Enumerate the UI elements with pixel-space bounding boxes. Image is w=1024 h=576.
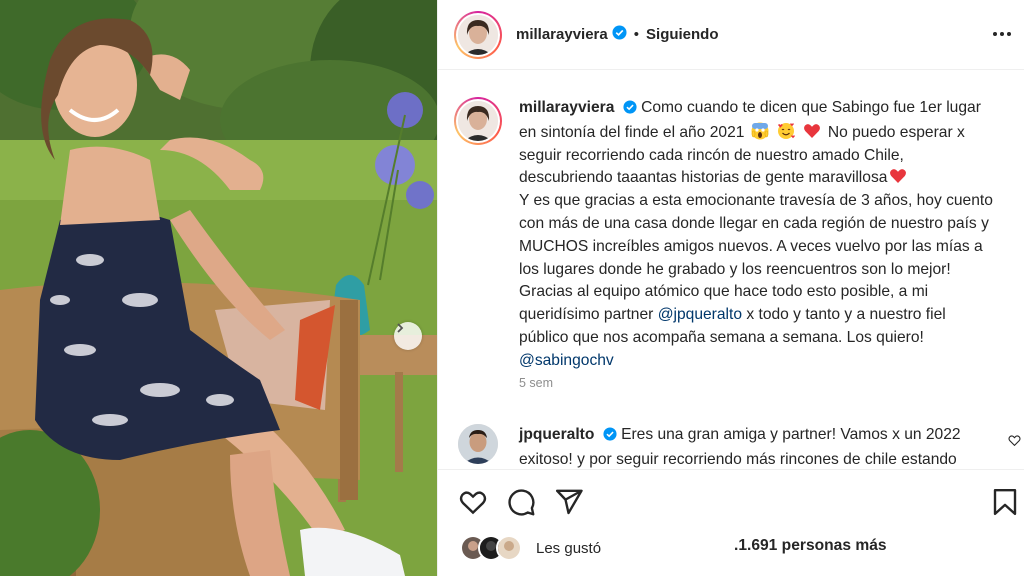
separator-dot: • <box>633 26 640 43</box>
caption-line: MUCHOS increíbles amigos nuevos. A veces… <box>519 237 983 255</box>
caption-line: público que nos acompaña semana a semana… <box>519 328 924 346</box>
comment-line: Eres una gran amiga y partner! Vamos x u… <box>621 426 961 443</box>
caption-line: x todo y tanto y a nuestro fiel <box>746 306 946 324</box>
likes-summary[interactable]: Les gustó <box>460 534 601 562</box>
red-heart-emoji-icon <box>803 122 821 140</box>
liker-avatar <box>496 535 522 561</box>
author-avatar[interactable] <box>454 10 502 59</box>
verified-badge-icon <box>612 24 627 45</box>
post-age[interactable]: 5 sem <box>519 376 553 390</box>
caption-line: con más de una casa donde llegar en cada… <box>519 214 989 232</box>
scream-emoji-icon <box>751 122 769 140</box>
post-photo[interactable] <box>0 0 437 576</box>
like-comment-heart-icon[interactable] <box>1008 434 1021 452</box>
commenter-username[interactable]: jpqueralto <box>519 426 594 443</box>
verified-badge-icon <box>603 426 617 449</box>
caption-line: Como cuando te dicen que Sabingo fue 1er… <box>641 99 981 116</box>
likes-count[interactable]: .1.691 personas más <box>734 537 887 555</box>
smiling-hearts-emoji-icon <box>777 122 796 140</box>
comments-section[interactable]: millarayviera Como cuando te dicen que S… <box>438 71 1024 469</box>
caption-line: queridísimo partner <box>519 306 654 324</box>
caption-line: Gracias al equipo atómico que hace todo … <box>519 283 929 301</box>
caption-text: millarayviera Como cuando te dicen que S… <box>519 97 1009 373</box>
caption-line: los lugares donde he grabado y los reenc… <box>519 260 951 278</box>
author-username[interactable]: millarayviera <box>516 26 608 43</box>
comment-item: jpqueralto Eres una gran amiga y partner… <box>458 424 1024 469</box>
comment-icon[interactable] <box>506 487 536 517</box>
post-header: millarayviera • Siguiendo <box>438 0 1024 70</box>
bookmark-icon[interactable] <box>990 487 1020 517</box>
caption-line: seguir recorriendo cada rincón de nuestr… <box>519 146 904 164</box>
caption: millarayviera Como cuando te dicen que S… <box>454 97 1014 373</box>
commenter-avatar[interactable] <box>458 424 498 464</box>
caption-line: descubriendo taaantas historias de gente… <box>519 169 888 187</box>
action-bar <box>438 469 1024 533</box>
post-panel: millarayviera • Siguiendo millarayviera <box>437 0 1024 576</box>
caption-username[interactable]: millarayviera <box>519 99 614 116</box>
share-icon[interactable] <box>554 487 584 517</box>
caption-line: Y es que gracias a esta emocionante trav… <box>519 192 993 210</box>
mention-link[interactable]: @sabingochv <box>519 352 614 369</box>
red-heart-emoji-icon <box>889 167 907 185</box>
comment-line: exitoso! y por seguir recorriendo más ri… <box>519 450 957 468</box>
caption-line: No puedo esperar x <box>827 123 965 141</box>
heart-icon[interactable] <box>458 487 488 517</box>
comment-text: jpqueralto Eres una gran amiga y partner… <box>519 424 979 469</box>
photo-illustration <box>0 0 437 576</box>
mention-link[interactable]: @jpqueralto <box>658 306 742 323</box>
caption-line: en sintonía del finde el año 2021 <box>519 123 745 141</box>
next-photo-button[interactable] <box>394 322 422 350</box>
caption-avatar[interactable] <box>454 97 502 145</box>
likes-prefix: Les gustó <box>536 539 602 557</box>
verified-badge-icon <box>623 99 637 122</box>
more-options-icon[interactable] <box>989 24 1015 44</box>
following-button[interactable]: Siguiendo <box>646 26 719 43</box>
